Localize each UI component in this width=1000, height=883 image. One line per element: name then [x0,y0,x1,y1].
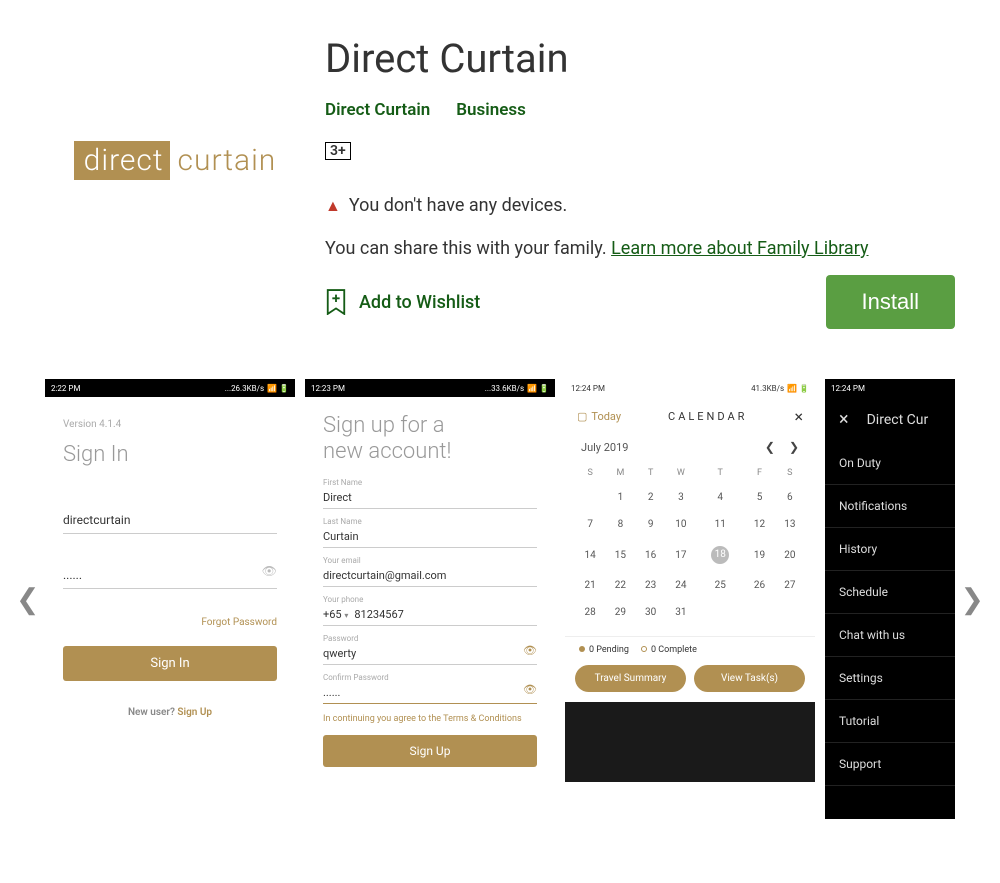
forgot-password-link: Forgot Password [63,617,277,628]
screenshot-2[interactable]: 12:23 PM ...33.6KB/s📶 🔋 Sign up for anew… [305,379,555,819]
warning-icon: ▲ [325,196,341,216]
drawer-title: Direct Cur [867,412,929,428]
today-button: ▢Today [577,410,621,423]
version-label: Version 4.1.4 [63,419,277,430]
calendar-title: CALENDAR [668,410,747,423]
eye-icon: 👁 [523,644,537,657]
warning-text: You don't have any devices. [349,195,567,216]
chevron-down-icon: ▾ [344,611,348,620]
first-name-field: Direct [323,487,537,509]
terms-text: In continuing you agree to the Terms & C… [323,714,537,726]
confirm-password-field: ......👁 [323,682,537,704]
password-field: qwerty👁 [323,643,537,665]
pending-status: 0 Pending [579,645,629,655]
eye-icon: 👁 [262,564,277,578]
prev-month-icon: ❮ [765,440,775,454]
category-link[interactable]: Business [456,100,526,120]
wishlist-label: Add to Wishlist [359,292,480,313]
last-name-field: Curtain [323,526,537,548]
screenshot-3[interactable]: 12:24 PM 41.3KB/s📶 🔋 ▢Today CALENDAR × J… [565,379,815,819]
menu-item: History [825,528,955,571]
menu-item: Support [825,743,955,786]
signal-icon: 📶 🔋 [527,384,549,393]
signal-icon: 📶 🔋 [787,384,809,393]
complete-status: 0 Complete [641,645,697,655]
signup-button: Sign Up [323,735,537,767]
content-rating: 3+ [325,142,351,160]
menu-item: Tutorial [825,700,955,743]
month-label: July 2019 [581,441,628,454]
close-icon: × [794,407,803,426]
next-month-icon: ❯ [789,440,799,454]
logo-left: direct [74,141,170,180]
screenshot-4[interactable]: 12:24 PM × Direct Cur On DutyNotificatio… [825,379,955,819]
wishlist-button[interactable]: Add to Wishlist [325,289,480,315]
phone-field: +65 ▾ 81234567 [323,604,537,626]
menu-item: Notifications [825,485,955,528]
share-text: You can share this with your family. [325,238,611,259]
close-icon: × [839,409,849,430]
menu-item: On Duty [825,442,955,485]
signin-button: Sign In [63,646,277,681]
family-library-link[interactable]: Learn more about Family Library [611,238,868,259]
signal-icon: 📶 🔋 [267,384,289,393]
eye-icon: 👁 [523,683,537,696]
signup-title: Sign up for anew account! [323,413,537,466]
travel-summary-button: Travel Summary [575,665,686,692]
screenshot-1[interactable]: 2:22 PM ...26.3KB/s📶 🔋 Version 4.1.4 Sig… [45,379,295,819]
menu-item: Schedule [825,571,955,614]
status-time: 12:23 PM [311,384,345,393]
status-time: 2:22 PM [51,384,80,393]
bookmark-add-icon [325,289,347,315]
email-field: directcurtain@gmail.com [323,565,537,587]
signin-title: Sign In [63,442,277,467]
logo-right: curtain [170,143,277,178]
app-title: Direct Curtain [325,35,955,82]
carousel-next[interactable]: ❯ [951,573,994,626]
menu-item: Settings [825,657,955,700]
status-time: 12:24 PM [571,384,605,393]
username-field: directcurtain [63,507,277,534]
calendar-icon: ▢ [577,410,587,423]
app-icon: direct curtain [45,30,305,290]
password-field: ......👁 [63,562,277,589]
menu-item: Chat with us [825,614,955,657]
view-tasks-button: View Task(s) [694,665,805,692]
new-user-row: New user? Sign Up [63,707,277,718]
carousel-prev[interactable]: ❮ [6,573,49,626]
calendar-grid: SMTWTFS 12345678910111213141516171819202… [575,462,805,626]
status-time: 12:24 PM [831,384,865,393]
install-button[interactable]: Install [826,275,955,329]
developer-link[interactable]: Direct Curtain [325,100,430,120]
